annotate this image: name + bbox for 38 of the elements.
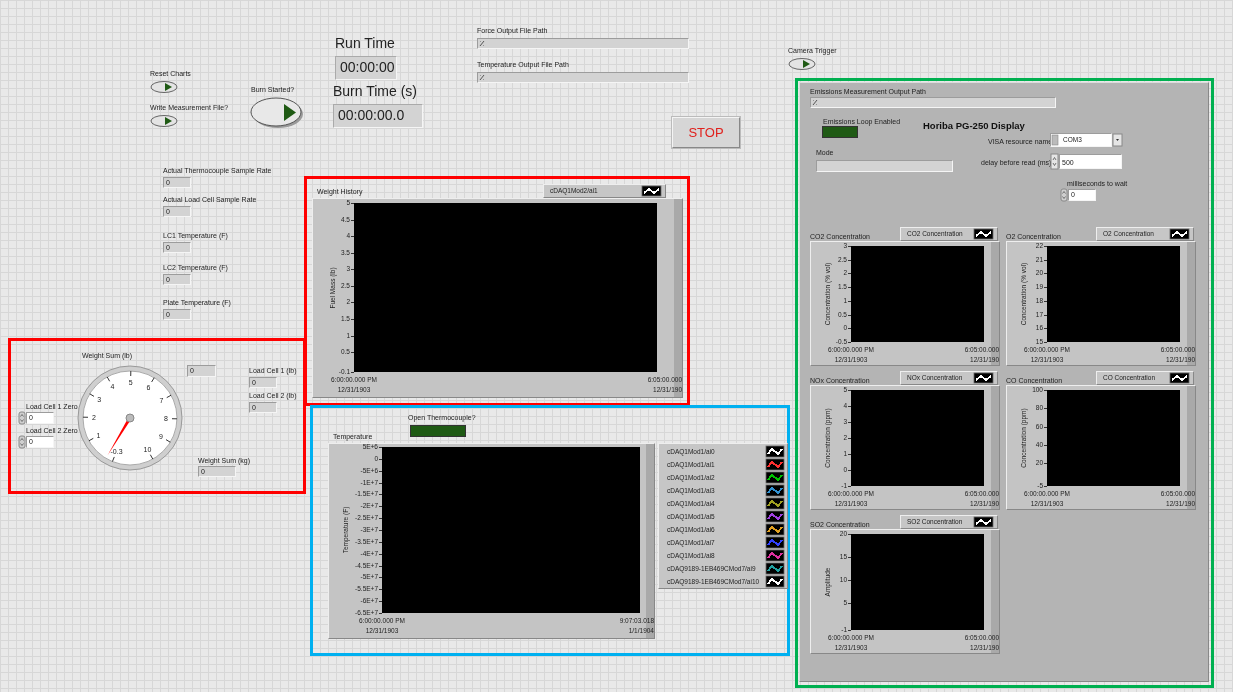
- round-button[interactable]: [250, 96, 304, 130]
- path-icon: [812, 99, 818, 106]
- stepper-arrows[interactable]: [1051, 154, 1058, 169]
- plot-line-icon: [974, 229, 993, 239]
- plot-line-icon: [766, 563, 784, 574]
- plot-line-icon: [766, 459, 784, 470]
- plot-line-icon: [766, 498, 784, 509]
- plot-line-icon: [766, 485, 784, 496]
- time-display: 00:00:00: [335, 56, 397, 80]
- toggle-switch[interactable]: [150, 81, 178, 93]
- path-icon: [479, 74, 485, 81]
- plot-line-icon: [766, 537, 784, 548]
- toggle-switch[interactable]: [788, 58, 816, 70]
- path-field[interactable]: [810, 97, 1056, 108]
- toggle-switch[interactable]: [150, 115, 178, 127]
- plot-line-icon: [766, 446, 784, 457]
- plot-line-icon: [766, 576, 784, 587]
- plot-line-icon: [766, 524, 784, 535]
- path-field[interactable]: [477, 72, 689, 83]
- path-icon: [479, 40, 485, 47]
- plot-line-icon: [766, 511, 784, 522]
- panel-heading: Horiba PG-250 Display: [923, 121, 1025, 131]
- resource-icon: [1052, 135, 1058, 145]
- stepper-arrows[interactable]: [1061, 189, 1067, 201]
- plot-line-icon: [766, 550, 784, 561]
- plot-line-icon: [974, 373, 993, 383]
- plot-line-icon: [1170, 229, 1189, 239]
- timer-label: Burn Time (s): [333, 84, 417, 98]
- plot-line-icon: [1170, 373, 1189, 383]
- stepper-arrows[interactable]: [19, 436, 25, 448]
- dropdown-button[interactable]: [1113, 134, 1122, 146]
- time-display: 00:00:00.0: [333, 104, 423, 128]
- plot-line-icon: [766, 472, 784, 483]
- plot-line-icon: [642, 186, 661, 196]
- stepper-arrows[interactable]: [19, 412, 25, 424]
- path-field[interactable]: [477, 38, 689, 49]
- timer-label: Run Time: [335, 36, 395, 50]
- plot-line-icon: [974, 517, 993, 527]
